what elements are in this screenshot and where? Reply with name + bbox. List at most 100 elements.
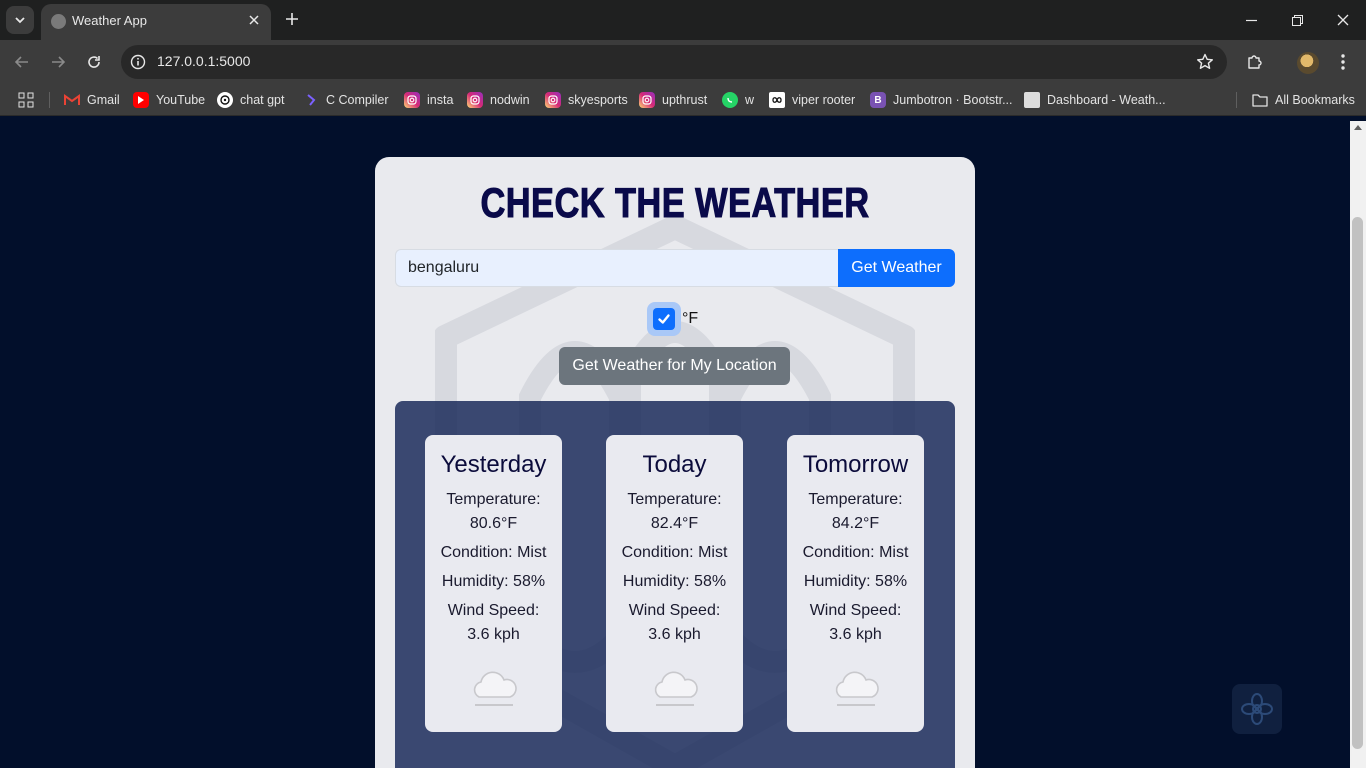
bookmark-jumbotron[interactable]: B Jumbotron · Bootstr... [870,91,1013,109]
bookmark-label: upthrust [662,93,708,107]
page-viewport: CHECK THE WEATHER Get Weather °F Get Wea… [0,121,1350,768]
plus-icon [286,13,298,25]
temperature-label: Temperature: [627,491,722,508]
humidity-text: Humidity: 58% [622,573,727,590]
restore-icon [1291,14,1303,26]
close-icon [249,15,259,25]
youtube-icon [133,92,149,108]
bookmark-skyesports[interactable]: skyesports [545,91,628,109]
instagram-icon [639,92,655,108]
close-window-button[interactable] [1320,4,1366,36]
bookmark-label: viper rooter [792,93,856,107]
condition-text: Condition: Mist [802,544,909,561]
bookmark-upthrust[interactable]: upthrust [639,91,707,109]
bookmark-label: nodwin [490,93,530,107]
kebab-menu-icon [1341,54,1345,70]
bookmark-label: Gmail [87,93,120,107]
page-scrollbar[interactable] [1350,121,1366,768]
scrollbar-thumb[interactable] [1352,217,1363,749]
chevron-down-icon [15,17,25,24]
bookmark-label: skyesports [568,93,628,107]
bookmarks-divider [49,92,50,108]
bookmark-nodwin[interactable]: nodwin [467,91,530,109]
new-tab-button[interactable] [281,8,303,30]
bookmark-c-compiler[interactable]: C Compiler [303,91,389,109]
wind-speed-label: Wind Speed: [447,602,540,619]
wind-speed-value: 3.6 kph [648,626,701,643]
reload-icon [88,56,100,68]
site-info-icon[interactable] [129,53,147,71]
apps-button[interactable] [18,91,34,109]
arrow-left-icon [14,56,28,68]
extensions-button[interactable] [1243,50,1267,74]
bookmark-label: Jumbotron · Bootstr... [893,93,1013,107]
address-bar[interactable]: 127.0.0.1:5000 [121,45,1227,79]
url-text[interactable]: 127.0.0.1:5000 [157,53,250,69]
bookmark-youtube[interactable]: YouTube [133,91,205,109]
humidity-text: Humidity: 58% [803,573,908,590]
all-bookmarks-button[interactable]: All Bookmarks [1252,91,1355,109]
bookmark-star-icon[interactable] [1195,52,1215,72]
bookmark-chat-gpt[interactable]: chat gpt [217,91,284,109]
arrow-right-icon [52,56,66,68]
get-weather-button[interactable]: Get Weather [838,249,955,287]
bookmark-w[interactable]: w [722,91,754,109]
tab-weather-app[interactable]: Weather App [41,4,271,40]
link-icon [769,92,785,108]
forward-button[interactable] [46,50,70,74]
humidity-text: Humidity: 58% [441,573,546,590]
chatgpt-icon [217,92,233,108]
city-input[interactable] [395,249,839,287]
all-bookmarks-label: All Bookmarks [1275,93,1355,107]
reload-button[interactable] [82,50,106,74]
bookmark-label: YouTube [156,93,206,107]
cloud-icon [835,671,879,706]
close-tab-button[interactable] [245,11,263,29]
unit-label: °F [682,310,699,327]
condition-text: Condition: Mist [440,544,547,561]
back-button[interactable] [10,50,34,74]
search-form: Get Weather [395,249,955,287]
fahrenheit-checkbox[interactable] [647,302,681,336]
instagram-icon [404,92,420,108]
temperature-value: 82.4°F [650,515,699,532]
bookmark-label: insta [427,93,454,107]
temperature-label: Temperature: [808,491,903,508]
globe-icon [51,14,66,29]
forecast-card-today: Today Temperature: 82.4°F Condition: Mis… [606,435,743,732]
bookmarks-bar: Gmail YouTube chat gpt C Compiler insta … [0,84,1366,116]
forecast-card-tomorrow: Tomorrow Temperature: 84.2°F Condition: … [787,435,924,732]
bookmark-label: w [745,93,755,107]
tab-title: Weather App [72,13,147,28]
forecast-panel: Yesterday Temperature: 80.6°F Condition:… [395,401,955,768]
condition-text: Condition: Mist [621,544,728,561]
menu-button[interactable] [1331,50,1355,74]
floating-assistant-button[interactable] [1232,684,1282,734]
bookmark-label: Dashboard - Weath... [1047,93,1166,107]
my-location-button[interactable]: Get Weather for My Location [559,347,790,385]
bookmark-insta[interactable]: insta [404,91,453,109]
compiler-icon [303,92,319,108]
forecast-day: Today [642,451,707,478]
minimize-button[interactable] [1228,4,1274,36]
temperature-value: 84.2°F [831,515,880,532]
forecast-day: Yesterday [440,451,547,478]
bookmark-gmail[interactable]: Gmail [64,91,120,109]
scroll-up-arrow-icon[interactable] [1354,125,1362,130]
browser-toolbar: 127.0.0.1:5000 [0,40,1366,84]
wind-speed-value: 3.6 kph [829,626,882,643]
tab-search-button[interactable] [6,6,34,34]
weather-card: CHECK THE WEATHER Get Weather °F Get Wea… [375,157,975,768]
temperature-label: Temperature: [446,491,541,508]
bookmark-label: C Compiler [326,93,389,107]
checkmark-box [653,308,675,330]
instagram-icon [545,92,561,108]
profile-avatar[interactable] [1297,52,1319,74]
bookmark-viper-rooter[interactable]: viper rooter [769,91,855,109]
page-icon [1024,92,1040,108]
bookmark-label: chat gpt [240,93,285,107]
bookmark-dashboard[interactable]: Dashboard - Weath... [1024,91,1166,109]
restore-button[interactable] [1274,4,1320,36]
bookmarks-divider [1236,92,1237,108]
forecast-day: Tomorrow [802,451,909,478]
